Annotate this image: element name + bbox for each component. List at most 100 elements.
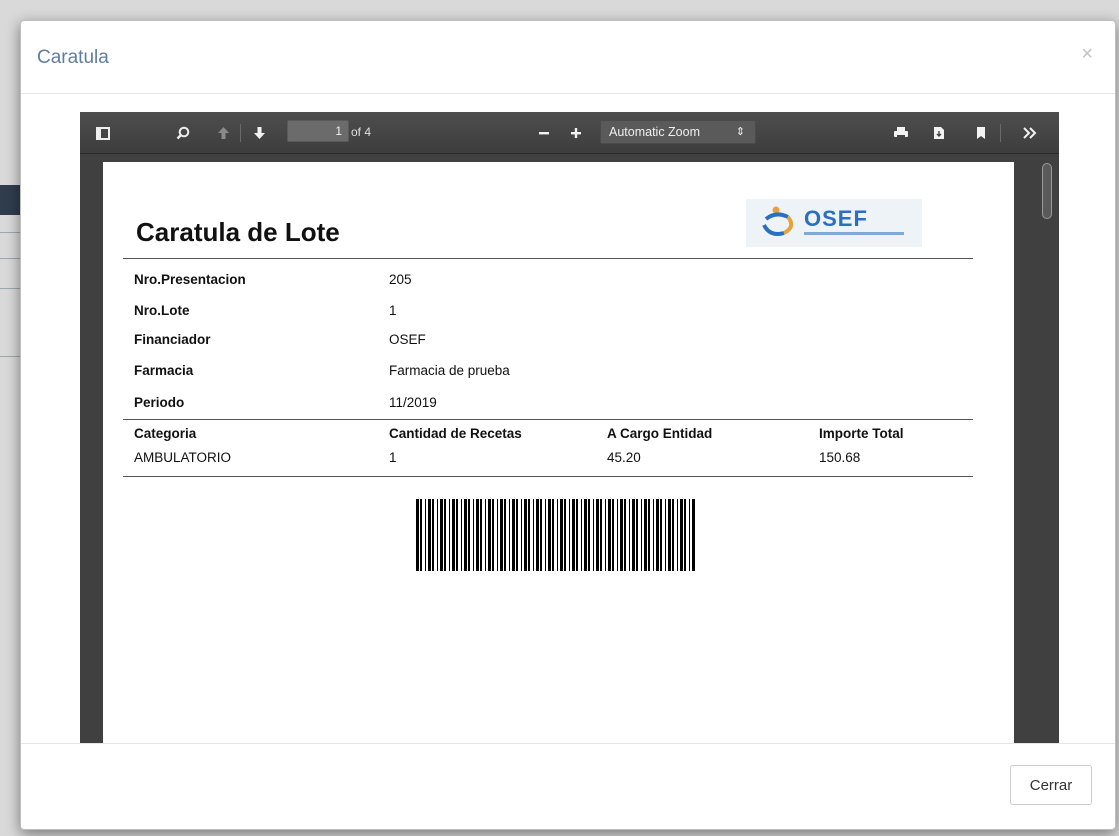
barcode-bar	[488, 499, 491, 571]
table-header: A Cargo Entidad	[607, 426, 713, 441]
table-cell: 45.20	[607, 450, 641, 465]
sidebar-toggle-icon[interactable]	[90, 112, 116, 154]
field-label: Financiador	[134, 332, 211, 347]
barcode-bar	[689, 499, 690, 571]
barcode-bar	[528, 499, 530, 571]
document-title: Caratula de Lote	[136, 217, 340, 247]
barcode-bar	[428, 499, 431, 571]
toolbar-separator	[240, 124, 241, 142]
barcode-bar	[437, 499, 438, 571]
barcode-bar	[557, 499, 558, 571]
close-icon[interactable]: ×	[1081, 43, 1093, 66]
page-number-input[interactable]: 1	[287, 120, 349, 142]
header-divider	[123, 258, 973, 259]
search-icon[interactable]	[170, 112, 196, 154]
bookmark-icon[interactable]	[968, 112, 994, 154]
barcode-bar	[656, 499, 659, 571]
barcode-bar	[692, 499, 695, 571]
barcode-bar	[569, 499, 570, 571]
barcode-bar	[644, 499, 647, 571]
barcode-bar	[461, 499, 462, 571]
barcode-bar	[600, 499, 602, 571]
barcode-bar	[456, 499, 458, 571]
barcode-bar	[444, 499, 446, 571]
field-label: Periodo	[134, 395, 185, 410]
zoom-select-label: Automatic Zoom	[609, 125, 701, 139]
caratula-modal: Caratula × 1 of 4 Automatic Zoom ⇕ Carat…	[20, 20, 1116, 830]
barcode-bar	[668, 499, 671, 571]
barcode-bar	[665, 499, 666, 571]
pdf-page: Caratula de Lote OSEF Nro.Presentacion 2…	[103, 162, 1014, 744]
table-cell: AMBULATORIO	[134, 450, 232, 465]
scrollbar-thumb[interactable]	[1042, 163, 1052, 219]
barcode-bar	[648, 499, 650, 571]
barcode-bar	[420, 499, 422, 571]
barcode-bar	[608, 499, 611, 571]
barcode-bar	[660, 499, 662, 571]
background-divider	[0, 258, 20, 259]
barcode-bar	[576, 499, 578, 571]
field-value: Farmacia de prueba	[389, 363, 510, 378]
table-header: Importe Total	[819, 426, 904, 441]
field-value: OSEF	[389, 332, 426, 347]
barcode-bar	[432, 499, 434, 571]
osef-logo-mark-icon	[762, 206, 794, 236]
field-label: Farmacia	[134, 363, 194, 378]
barcode-bar	[473, 499, 474, 571]
field-value: 11/2019	[389, 395, 437, 410]
barcode-bar	[504, 499, 506, 571]
zoom-out-icon[interactable]	[533, 112, 555, 154]
background-divider	[0, 288, 20, 289]
barcode-bar	[521, 499, 522, 571]
pdf-viewer: 1 of 4 Automatic Zoom ⇕ Caratula de Lote…	[80, 112, 1059, 744]
barcode-bar	[468, 499, 470, 571]
close-button[interactable]: Cerrar	[1010, 765, 1092, 805]
barcode-bar	[548, 499, 551, 571]
modal-title: Caratula	[37, 47, 109, 68]
barcode-bar	[584, 499, 587, 571]
table-bottom-divider	[123, 476, 973, 477]
previous-page-icon[interactable]	[210, 112, 236, 154]
table-header: Cantidad de Recetas	[389, 426, 522, 441]
chevron-updown-icon: ⇕	[735, 126, 745, 138]
barcode-bar	[617, 499, 618, 571]
barcode-bar	[533, 499, 534, 571]
barcode-bar	[620, 499, 623, 571]
field-label: Nro.Lote	[134, 303, 190, 318]
barcode-bar	[452, 499, 455, 571]
barcode-bar	[509, 499, 510, 571]
barcode-bar	[536, 499, 539, 571]
barcode-bar	[540, 499, 542, 571]
barcode-bar	[416, 499, 419, 571]
zoom-in-icon[interactable]	[565, 112, 587, 154]
logo-subtitle-line	[804, 232, 904, 235]
osef-logo: OSEF	[746, 199, 922, 247]
field-value: 1	[389, 303, 397, 318]
barcode-bar	[440, 499, 443, 571]
barcode-bar	[564, 499, 566, 571]
barcode-bar	[672, 499, 674, 571]
logo-text: OSEF	[804, 206, 868, 231]
barcode-bar	[512, 499, 515, 571]
page-count-label: of 4	[351, 125, 372, 139]
zoom-select[interactable]: Automatic Zoom ⇕	[600, 120, 756, 144]
barcode-bar	[545, 499, 546, 571]
modal-header: Caratula ×	[21, 21, 1115, 94]
barcode-bar	[476, 499, 479, 571]
table-header: Categoria	[134, 426, 197, 441]
pdf-scrollbar[interactable]	[1039, 160, 1053, 744]
barcode-bar	[572, 499, 575, 571]
barcode-bar	[680, 499, 683, 571]
barcode-bar	[629, 499, 630, 571]
download-icon[interactable]	[926, 112, 952, 154]
barcode-bar	[641, 499, 642, 571]
next-page-icon[interactable]	[246, 112, 272, 154]
barcode-bar	[632, 499, 635, 571]
tools-icon[interactable]	[1015, 112, 1045, 154]
barcode-bar	[581, 499, 582, 571]
barcode-bar	[500, 499, 503, 571]
barcode-bar	[480, 499, 482, 571]
field-label: Nro.Presentacion	[134, 272, 246, 287]
print-icon[interactable]	[888, 112, 914, 154]
table-top-divider	[123, 419, 973, 420]
